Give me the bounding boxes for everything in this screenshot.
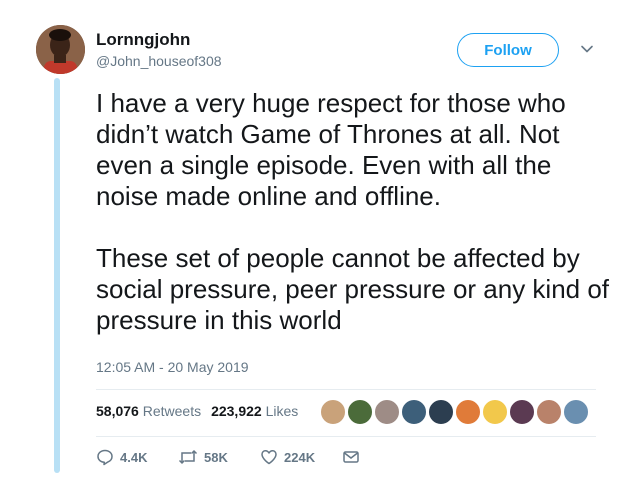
reply-icon: [97, 449, 113, 466]
divider: [96, 436, 596, 437]
avatar-face[interactable]: [535, 398, 563, 426]
reply-count: 4.4K: [120, 449, 148, 465]
retweet-button[interactable]: 58K: [178, 448, 260, 466]
likes-stat[interactable]: 223,922 Likes: [211, 403, 298, 419]
author-handle[interactable]: @John_houseof308: [96, 53, 222, 69]
reply-button[interactable]: 4.4K: [96, 448, 178, 466]
direct-message-button[interactable]: [342, 448, 360, 466]
retweets-count: 58,076: [96, 403, 139, 419]
avatar-face[interactable]: [562, 398, 590, 426]
retweet-icon: [178, 449, 198, 465]
tweet-text: I have a very huge respect for those who…: [96, 88, 616, 336]
envelope-icon: [343, 451, 359, 463]
retweet-count: 58K: [204, 449, 228, 465]
likes-count: 223,922: [211, 403, 262, 419]
like-count: 224K: [284, 449, 316, 465]
avatar-face[interactable]: [373, 398, 401, 426]
thread-line: [54, 78, 60, 473]
tweet-paragraph: I have a very huge respect for those who…: [96, 88, 566, 211]
liker-avatars: [319, 398, 590, 426]
author-name[interactable]: Lornngjohn: [96, 30, 190, 50]
action-bar: 4.4K 58K 224K: [96, 448, 360, 466]
tweet-paragraph: These set of people cannot be affected b…: [96, 243, 610, 335]
likes-label: Likes: [265, 403, 299, 419]
avatar-face[interactable]: [508, 398, 536, 426]
avatar-face[interactable]: [427, 398, 455, 426]
tweet-timestamp[interactable]: 12:05 AM - 20 May 2019: [96, 359, 249, 375]
retweets-label: Retweets: [142, 403, 202, 419]
avatar-face[interactable]: [346, 398, 374, 426]
stats-row: 58,076 Retweets 223,922 Likes: [96, 403, 298, 419]
divider: [96, 389, 596, 390]
avatar-face[interactable]: [319, 398, 347, 426]
follow-button[interactable]: Follow: [457, 33, 559, 67]
retweets-stat[interactable]: 58,076 Retweets: [96, 403, 201, 419]
avatar-face[interactable]: [400, 398, 428, 426]
like-button[interactable]: 224K: [260, 448, 342, 466]
avatar-face[interactable]: [481, 398, 509, 426]
avatar-face[interactable]: [454, 398, 482, 426]
chevron-down-icon[interactable]: [580, 42, 594, 56]
avatar[interactable]: [36, 25, 85, 74]
heart-icon: [261, 450, 277, 465]
